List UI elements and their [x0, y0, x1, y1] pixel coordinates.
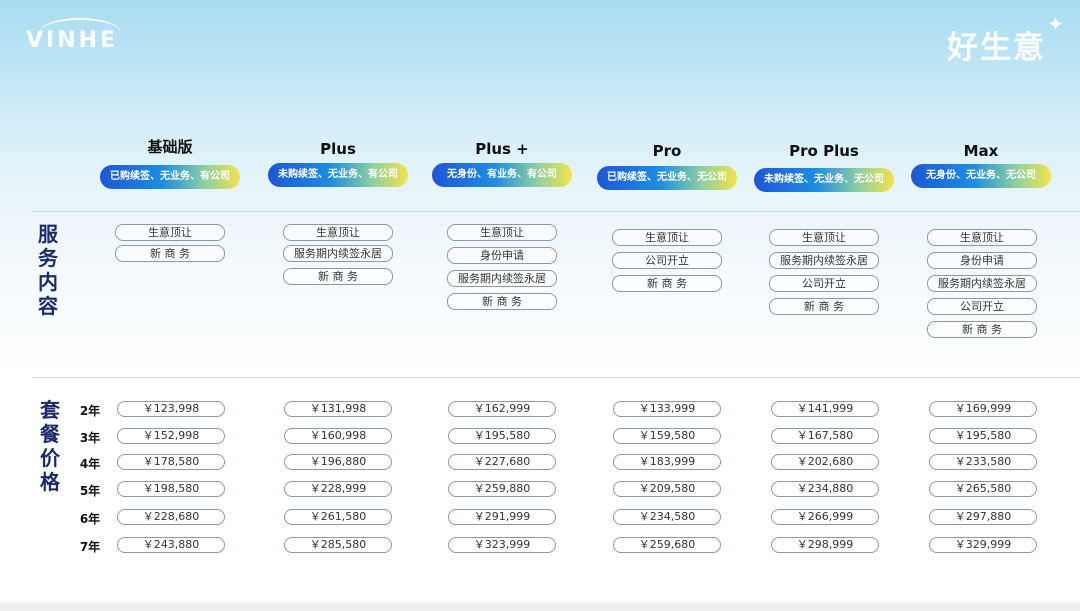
service-pill: 生意顶让: [283, 224, 393, 241]
plan-title: Pro: [652, 142, 682, 160]
section-label-prices: 套餐价格: [40, 398, 60, 494]
price-pill: ￥133,999: [613, 401, 721, 417]
year-label: 5年: [79, 484, 101, 498]
price-pill: ￥202,680: [771, 454, 879, 470]
service-pill: 公司开立: [612, 252, 722, 269]
service-pill: 公司开立: [927, 298, 1037, 315]
price-pill: ￥195,580: [448, 428, 556, 444]
price-pill: ￥261,580: [284, 509, 392, 525]
brand-title: 好生意: [947, 30, 1046, 66]
price-pill: ￥291,999: [448, 509, 556, 525]
service-pill: 新 商 务: [927, 321, 1037, 338]
price-pill: ￥297,880: [929, 509, 1037, 525]
price-pill: ￥162,999: [448, 401, 556, 417]
year-label: 7年: [79, 540, 101, 554]
year-label: 4年: [79, 457, 101, 471]
service-pill: 生意顶让: [447, 224, 557, 241]
service-pill: 身份申请: [927, 252, 1037, 269]
price-pill: ￥265,580: [929, 481, 1037, 497]
service-pill: 公司开立: [769, 275, 879, 292]
price-pill: ￥329,999: [929, 537, 1037, 553]
pricing-page: VINHE 好生意 ✦ 服务内容 套餐价格 2年 3年 4年 5年 6年 7年 基础版已购…: [0, 0, 1080, 611]
price-pill: ￥141,999: [771, 401, 879, 417]
service-pill: 身份申请: [447, 247, 557, 264]
bottom-bar: [0, 603, 1080, 611]
service-pill: 生意顶让: [927, 229, 1037, 246]
service-pill: 新 商 务: [447, 293, 557, 310]
price-pill: ￥266,999: [771, 509, 879, 525]
divider-middle: [32, 377, 1080, 378]
divider-top: [32, 211, 1080, 212]
price-pill: ￥178,580: [117, 454, 225, 470]
price-pill: ￥195,580: [929, 428, 1037, 444]
plan-title: Max: [963, 142, 999, 160]
year-label: 2年: [79, 404, 101, 418]
price-pill: ￥152,998: [117, 428, 225, 444]
year-label: 6年: [79, 512, 101, 526]
vinhe-logo: VINHE: [26, 28, 118, 53]
plan-condition-badge: 无身份、无业务、无公司: [911, 164, 1051, 188]
service-pill: 生意顶让: [115, 224, 225, 241]
price-pill: ￥196,880: [284, 454, 392, 470]
price-pill: ￥209,580: [613, 481, 721, 497]
price-pill: ￥160,998: [284, 428, 392, 444]
service-pill: 服务期内续签永居: [447, 270, 557, 287]
service-pill: 生意顶让: [769, 229, 879, 246]
service-pill: 生意顶让: [612, 229, 722, 246]
price-pill: ￥198,580: [117, 481, 225, 497]
plan-condition-badge: 无身份、有业务、有公司: [432, 163, 572, 187]
price-pill: ￥298,999: [771, 537, 879, 553]
price-pill: ￥285,580: [284, 537, 392, 553]
price-pill: ￥233,580: [929, 454, 1037, 470]
price-pill: ￥123,998: [117, 401, 225, 417]
price-pill: ￥234,880: [771, 481, 879, 497]
price-pill: ￥259,680: [613, 537, 721, 553]
service-pill: 新 商 务: [283, 268, 393, 285]
plan-title: Plus +: [475, 140, 529, 158]
price-pill: ￥183,999: [613, 454, 721, 470]
plan-title: Plus: [320, 140, 356, 158]
sparkle-icon: ✦: [1047, 12, 1064, 36]
plan-title: Pro Plus: [789, 142, 859, 160]
price-pill: ￥228,999: [284, 481, 392, 497]
plan-condition-badge: 未购续签、无业务、无公司: [754, 168, 894, 192]
price-pill: ￥169,999: [929, 401, 1037, 417]
service-pill: 服务期内续签永居: [927, 275, 1037, 292]
price-pill: ￥227,680: [448, 454, 556, 470]
service-pill: 新 商 务: [612, 275, 722, 292]
service-pill: 服务期内续签永居: [769, 252, 879, 269]
price-pill: ￥131,998: [284, 401, 392, 417]
year-label: 3年: [79, 431, 101, 445]
service-pill: 新 商 务: [769, 298, 879, 315]
logo-text: VINHE: [26, 28, 119, 53]
price-pill: ￥243,880: [117, 537, 225, 553]
service-pill: 服务期内续签永居: [283, 245, 393, 262]
price-pill: ￥234,580: [613, 509, 721, 525]
service-pill: 新 商 务: [115, 245, 225, 262]
price-pill: ￥167,580: [771, 428, 879, 444]
plan-title: 基础版: [147, 138, 193, 156]
price-pill: ￥259,880: [448, 481, 556, 497]
plan-condition-badge: 已购续签、无业务、无公司: [597, 166, 737, 190]
plan-condition-badge: 已购续签、无业务、有公司: [100, 165, 240, 189]
price-pill: ￥228,680: [117, 509, 225, 525]
price-pill: ￥159,580: [613, 428, 721, 444]
section-label-services: 服务内容: [38, 222, 58, 318]
plan-condition-badge: 未购续签、无业务、有公司: [268, 163, 408, 187]
price-pill: ￥323,999: [448, 537, 556, 553]
